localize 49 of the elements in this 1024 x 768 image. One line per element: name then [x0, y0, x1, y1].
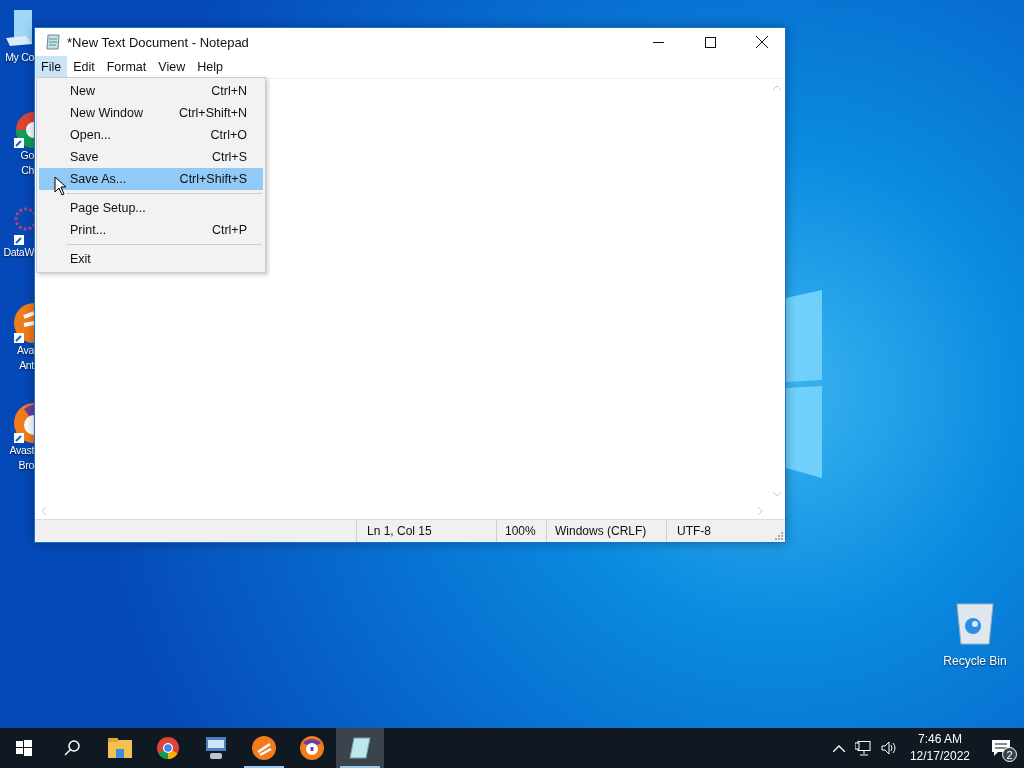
taskbar-app-button[interactable]	[336, 728, 384, 768]
menu-option[interactable]: Exit	[39, 248, 263, 270]
notification-count: 2	[1002, 747, 1017, 762]
computer-icon	[204, 736, 228, 760]
clock[interactable]: 7:46 AM 12/17/2022	[901, 728, 978, 768]
status-text: 100%	[505, 524, 536, 538]
desktop-icon-label: Avast	[9, 443, 34, 458]
menu-option[interactable]: Save Ctrl+S	[39, 146, 263, 168]
network-icon[interactable]	[854, 740, 871, 756]
desktop-icon-label: Bro	[18, 458, 34, 473]
resize-grip-icon[interactable]	[775, 532, 783, 540]
menu-item[interactable]: File	[35, 56, 68, 78]
chrome-icon	[156, 736, 180, 760]
volume-icon[interactable]	[880, 741, 897, 755]
menu-item[interactable]: View	[152, 56, 192, 78]
status-text: Ln 1, Col 15	[367, 524, 432, 538]
minimize-icon	[652, 41, 664, 43]
desktop-icon-label: Ch	[21, 163, 34, 178]
window-title: *New Text Document - Notepad	[67, 34, 249, 50]
folder-icon	[108, 738, 132, 758]
menu-option[interactable]: Page Setup...	[39, 197, 263, 219]
menu-option[interactable]: New Window Ctrl+Shift+N	[39, 102, 263, 124]
desktop-icon-label: Go	[20, 148, 34, 163]
notepad-icon	[348, 736, 372, 760]
menu-option[interactable]: Print... Ctrl+P	[39, 219, 263, 241]
desktop-icon-label: My Co	[5, 50, 34, 65]
search-icon	[64, 740, 80, 756]
menu-item[interactable]: Help	[191, 56, 229, 78]
recycle-bin-label: Recycle Bin	[943, 654, 1007, 668]
status-text: Windows (CRLF)	[555, 524, 647, 538]
close-icon	[756, 36, 768, 48]
menu-option[interactable]: New Ctrl+N	[39, 80, 263, 102]
maximize-icon	[704, 36, 716, 48]
desktop-icon-label: DataW	[3, 245, 34, 260]
shield-browser-icon	[300, 736, 324, 760]
menu-option[interactable]: Open... Ctrl+O	[39, 124, 263, 146]
chevron-up-icon[interactable]	[832, 744, 845, 752]
mouse-pointer-icon	[54, 176, 67, 196]
status-text: UTF-8	[677, 524, 711, 538]
notification-button[interactable]: 2	[978, 728, 1024, 768]
menu-item[interactable]: Edit	[67, 56, 101, 78]
windows-logo-icon	[16, 740, 32, 756]
desktop-icon-label: Ava	[17, 343, 34, 358]
desktop-icon-label: Ant	[19, 358, 34, 373]
menu-item[interactable]: Format	[100, 56, 153, 78]
notepad-icon	[45, 34, 61, 50]
recycle-bin-icon[interactable]	[955, 602, 995, 646]
menu-option[interactable]: Save As... Ctrl+Shift+S	[39, 168, 263, 190]
avast-icon	[252, 736, 276, 760]
